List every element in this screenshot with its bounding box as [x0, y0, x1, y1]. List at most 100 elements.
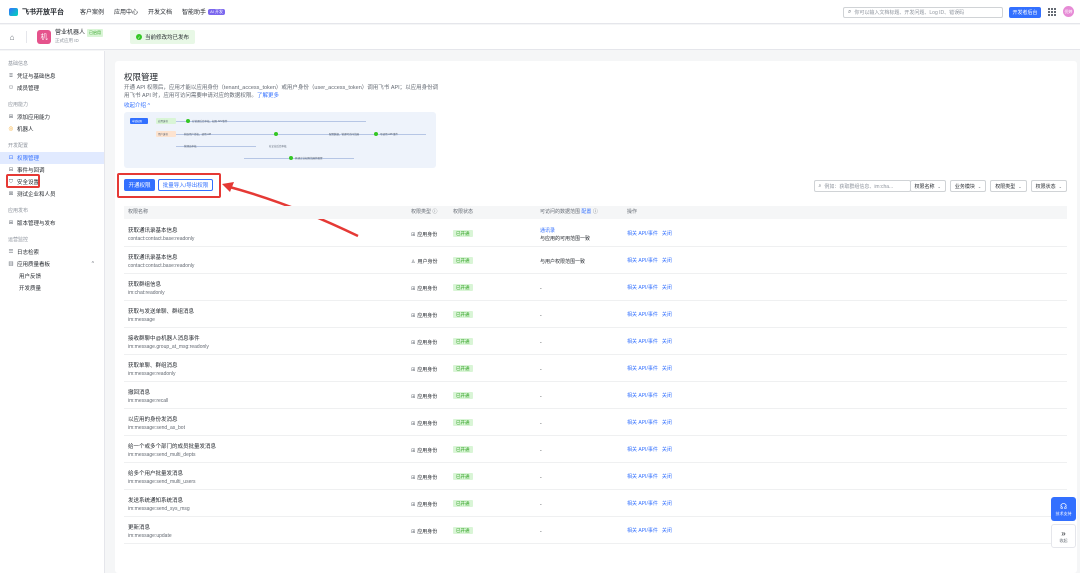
chevron-down-icon: ⌄	[977, 183, 982, 189]
range-value: -	[540, 394, 542, 400]
permission-name: 发送系统通知系统消息	[128, 498, 184, 504]
related-api-link[interactable]: 相关 API/事件	[627, 312, 658, 318]
sidebar-item-members[interactable]: ⚇ 成员管理	[0, 82, 104, 94]
permission-type-label: 应用身份	[417, 367, 438, 373]
search-field-select[interactable]: 权限名称 ⌄	[909, 180, 946, 192]
global-search-input[interactable]: ⌕ 你可以输入文档标题、开发问题、Log ID、错误码	[843, 7, 1003, 18]
header-range: 可访问的数据范围 配置 ⓘ	[540, 206, 598, 219]
sidebar-item-dev-quality[interactable]: 开发质量	[0, 282, 104, 294]
permission-name-cell: 以应用的身份发消息 im:message:send_as_bot	[128, 416, 185, 432]
sidebar-item-label: 成员管理	[17, 86, 40, 92]
sidebar-item-add-capability[interactable]: ⊞ 添加应用能力	[0, 111, 104, 123]
permission-status-select[interactable]: 权限状态 ⌄	[1030, 180, 1067, 192]
logo[interactable]: 飞书开放平台	[9, 7, 64, 17]
app-grid-icon[interactable]	[1048, 8, 1056, 16]
flow-user-token-label: 用户身份	[158, 133, 169, 136]
page-title: 权限管理	[124, 72, 159, 82]
sidebar-group-basic: 基础信息	[8, 61, 29, 67]
close-permission-link[interactable]: 关闭	[662, 447, 672, 453]
related-api-link[interactable]: 相关 API/事件	[627, 474, 658, 480]
sidebar-item-permissions[interactable]: ⊡ 权限管理	[0, 152, 104, 164]
developer-console-button[interactable]: 开发者后台	[1009, 7, 1041, 18]
close-permission-link[interactable]: 关闭	[662, 501, 672, 507]
app-meta[interactable]: 营业机器人 已启用 正式应用 ID	[55, 29, 104, 45]
business-module-select[interactable]: 业务模块 ⌄	[949, 180, 987, 192]
flow-step-tenant: 在企业后台审核	[269, 145, 287, 148]
table-row: 接收群聊中@机器人消息事件 im:message.group_at_msg:rea…	[124, 328, 1067, 355]
configure-range-link[interactable]: 配置	[581, 209, 591, 215]
collapse-widget-button[interactable]: » 收起	[1051, 524, 1076, 548]
nav-link-docs[interactable]: 开发文档	[148, 7, 172, 16]
user-avatar[interactable]: 倪婷	[1063, 6, 1074, 17]
nav-link-cases[interactable]: 客户案例	[80, 7, 104, 16]
related-api-link[interactable]: 相关 API/事件	[627, 528, 658, 534]
permission-name: 给一个或多个部门的成员批量发消息	[128, 444, 217, 450]
related-api-link[interactable]: 相关 API/事件	[627, 231, 658, 237]
event-icon: ⊟	[8, 167, 14, 173]
app-identity-icon: ⊞	[411, 447, 416, 454]
batch-import-export-button[interactable]: 批量导入/导出权限	[158, 179, 213, 191]
double-chevron-right-icon: »	[1061, 528, 1066, 538]
user-identity-icon: ♙	[411, 258, 416, 265]
table-row: 获取单聊、群组消息 im:message:readonly ⊞ 应用身份 已开通 - 相关 …	[124, 355, 1067, 382]
open-permission-button[interactable]: 开通权限	[124, 179, 155, 191]
app-identity-icon: ⊞	[411, 474, 416, 481]
data-range-cell: -	[540, 339, 542, 347]
learn-more-link[interactable]: 了解更多	[257, 93, 279, 99]
flow-check-icon	[274, 132, 278, 136]
status-badge: 已开通	[453, 257, 473, 264]
operations-cell: 相关 API/事件 关闭	[627, 392, 676, 399]
permission-flow-diagram: 申请权限 应用身份 用户身份 在管理后台审核、权限 API/事件 获取用户授权，…	[124, 112, 436, 168]
close-permission-link[interactable]: 关闭	[662, 312, 672, 318]
close-permission-link[interactable]: 关闭	[662, 474, 672, 480]
close-permission-link[interactable]: 关闭	[662, 339, 672, 345]
sidebar-item-feedback[interactable]: 用户反馈	[0, 270, 104, 282]
close-permission-link[interactable]: 关闭	[662, 285, 672, 291]
close-permission-link[interactable]: 关闭	[662, 258, 672, 264]
sidebar-item-logs[interactable]: ☰ 日志检索	[0, 246, 104, 258]
tech-support-button[interactable]: ☊ 技术支持	[1051, 497, 1076, 521]
permission-code: contact:contact.base:readonly	[128, 263, 195, 269]
related-api-link[interactable]: 相关 API/事件	[627, 285, 658, 291]
filter-bar: ⌕ 例如：获取群组信息、im:cha... 权限名称 ⌄ 业务模块 ⌄ 权限类型 ⌄ …	[813, 180, 1067, 192]
table-row: 撤回消息 im:message:recall ⊞ 应用身份 已开通 - 相关 API/事件关…	[124, 382, 1067, 409]
range-value[interactable]: 通讯录	[540, 227, 590, 235]
close-permission-link[interactable]: 关闭	[662, 528, 672, 534]
permission-name: 获取群组信息	[128, 282, 162, 288]
sidebar-item-quality[interactable]: ▥ 应用质量看板 ^	[0, 258, 104, 270]
related-api-link[interactable]: 相关 API/事件	[627, 501, 658, 507]
sidebar-item-versions[interactable]: ⊞ 版本管理与发布	[0, 217, 104, 229]
permission-type-label: 用户身份	[417, 259, 438, 265]
permission-type: ⊞ 应用身份	[411, 339, 437, 347]
sidebar-item-label: 应用质量看板	[17, 262, 51, 268]
permission-search-input[interactable]: ⌕ 例如：获取群组信息、im:cha...	[813, 180, 911, 192]
related-api-link[interactable]: 相关 API/事件	[627, 366, 658, 372]
feishu-logo-icon	[9, 7, 18, 16]
data-range-cell: -	[540, 501, 542, 509]
sidebar-item-robot[interactable]: ◎ 机器人	[0, 123, 104, 135]
related-api-link[interactable]: 相关 API/事件	[627, 393, 658, 399]
related-api-link[interactable]: 相关 API/事件	[627, 339, 658, 345]
close-permission-link[interactable]: 关闭	[662, 366, 672, 372]
close-permission-link[interactable]: 关闭	[662, 231, 672, 237]
collapse-intro-link[interactable]: 收起介绍 ^	[124, 101, 150, 109]
related-api-link[interactable]: 相关 API/事件	[627, 420, 658, 426]
permission-type-select[interactable]: 权限类型 ⌄	[990, 180, 1027, 192]
sidebar-item-credentials[interactable]: ⌸ 凭证与基础信息	[0, 70, 104, 82]
top-nav: 飞书开放平台 客户案例 应用中心 开发文档 智能助手 AI 开发 ⌕ 你可以输入文…	[0, 0, 1080, 24]
header-type[interactable]: 权限类型 ⓘ	[411, 206, 437, 219]
permission-type: ⊞ 应用身份	[411, 501, 437, 509]
sidebar-item-test-tenant[interactable]: ⊠ 测试企业和人员	[0, 188, 104, 200]
app-identity-icon: ⊞	[411, 501, 416, 508]
permission-type-label: 应用身份	[417, 448, 438, 454]
nav-link-app-center[interactable]: 应用中心	[114, 7, 138, 16]
sidebar-group-dev-config: 开发配置	[8, 143, 29, 149]
key-icon: ⌸	[9, 72, 13, 79]
related-api-link[interactable]: 相关 API/事件	[627, 447, 658, 453]
close-permission-link[interactable]: 关闭	[662, 420, 672, 426]
home-icon[interactable]: ⌂	[8, 33, 16, 42]
close-permission-link[interactable]: 关闭	[662, 393, 672, 399]
permission-name: 撤回消息	[128, 390, 151, 396]
nav-link-assistant[interactable]: 智能助手 AI 开发	[182, 7, 225, 16]
related-api-link[interactable]: 相关 API/事件	[627, 258, 658, 264]
